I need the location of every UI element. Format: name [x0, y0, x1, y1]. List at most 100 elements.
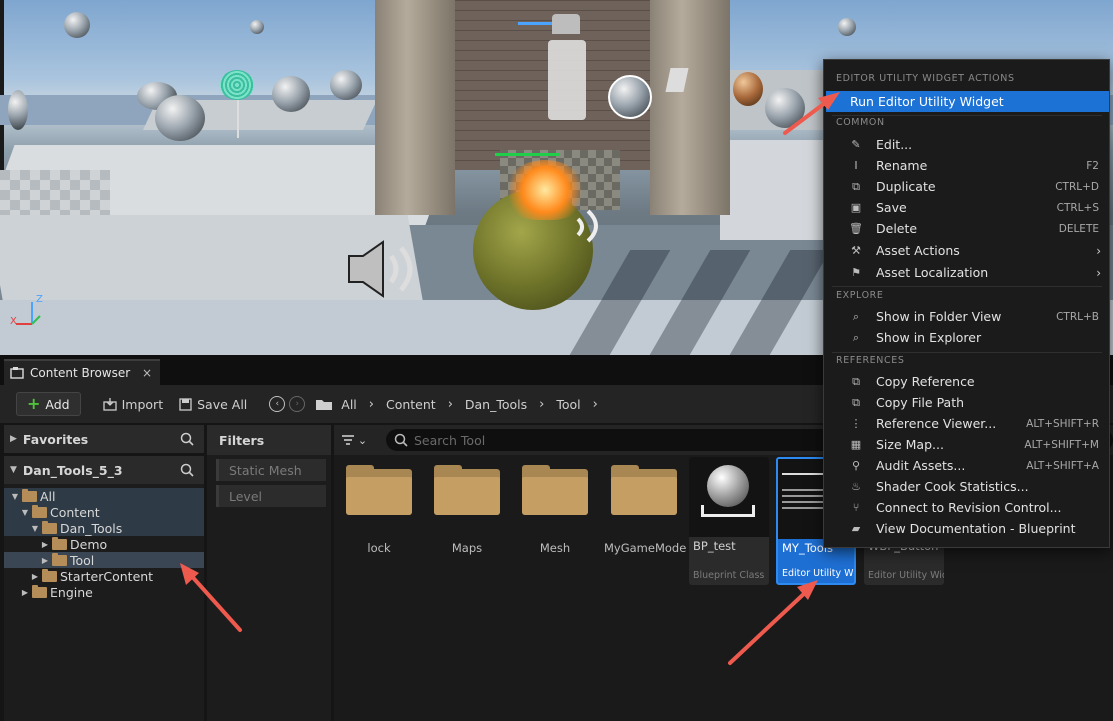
- folder-tile-mesh[interactable]: Mesh: [516, 463, 594, 555]
- asset-card-bp-test[interactable]: BP_test Blueprint Class: [689, 457, 769, 585]
- search-icon[interactable]: [180, 463, 194, 477]
- expand-caret-icon[interactable]: ▼: [10, 465, 17, 475]
- player-start-actor[interactable]: [548, 40, 586, 120]
- menu-item-run-editor-utility-widget[interactable]: Run Editor Utility Widget: [826, 91, 1109, 112]
- asset-context-menu: EDITOR UTILITY WIDGET ACTIONS Run Editor…: [823, 59, 1110, 548]
- sphere-actor[interactable]: [733, 72, 763, 106]
- chevron-right-icon[interactable]: ›: [444, 397, 457, 412]
- folder-tile-maps[interactable]: Maps: [428, 463, 506, 555]
- breadcrumb-all[interactable]: All: [337, 397, 361, 412]
- menu-item-reference-viewer[interactable]: ⋮ Reference Viewer... ALT+SHIFT+R: [826, 413, 1109, 434]
- breadcrumb-tool[interactable]: Tool: [552, 397, 584, 412]
- tab-content-browser[interactable]: Content Browser ×: [4, 359, 160, 385]
- axis-label-z: Z: [36, 294, 43, 305]
- menu-item-view-documentation[interactable]: ▰ View Documentation - Blueprint: [826, 518, 1109, 539]
- breadcrumb-content[interactable]: Content: [382, 397, 440, 412]
- tree-item-content[interactable]: ▼ Content: [4, 504, 204, 520]
- add-button[interactable]: + Add: [16, 392, 81, 416]
- sphere-actor[interactable]: [8, 90, 28, 130]
- close-icon[interactable]: ×: [142, 366, 152, 380]
- menu-item-label: Delete: [876, 221, 918, 236]
- menu-item-rename[interactable]: Ⅰ Rename F2: [826, 155, 1109, 176]
- sphere-actor[interactable]: [838, 18, 856, 36]
- menu-item-size-map[interactable]: ▦ Size Map... ALT+SHIFT+M: [826, 434, 1109, 455]
- folder-icon: [611, 465, 677, 515]
- search-icon: [394, 433, 408, 447]
- chevron-down-icon: ⌄: [357, 433, 368, 447]
- menu-item-copy-file-path[interactable]: ⧉ Copy File Path: [826, 392, 1109, 413]
- menu-item-connect-revision-control[interactable]: ⑂ Connect to Revision Control...: [826, 497, 1109, 518]
- filter-dropdown-button[interactable]: ⌄: [334, 425, 374, 455]
- trash-icon: 🗑: [849, 222, 863, 235]
- menu-item-show-in-folder-view[interactable]: ⌕ Show in Folder View CTRL+B: [826, 306, 1109, 327]
- import-button[interactable]: Import: [97, 392, 170, 416]
- collapsed-triangle-icon[interactable]: ▶: [40, 540, 50, 549]
- tree-item-label: Dan_Tools: [60, 520, 123, 536]
- folder-search-icon: ⌕: [852, 330, 860, 344]
- menu-item-delete[interactable]: 🗑 Delete DELETE: [826, 218, 1109, 239]
- menu-item-label: Shader Cook Statistics...: [876, 479, 1029, 494]
- forward-icon[interactable]: ›: [289, 396, 306, 412]
- back-icon[interactable]: ‹: [269, 396, 286, 412]
- menu-item-save[interactable]: ▣ Save CTRL+S: [826, 197, 1109, 218]
- copy-icon: ⧉: [852, 374, 860, 388]
- tree-item-dan-tools[interactable]: ▼ Dan_Tools: [4, 520, 204, 536]
- menu-item-asset-actions[interactable]: ⚒ Asset Actions ›: [826, 240, 1109, 261]
- expanded-triangle-icon[interactable]: ▼: [30, 524, 40, 533]
- folder-label: lock: [367, 541, 391, 555]
- tree-item-all[interactable]: ▼ All: [4, 488, 204, 504]
- transform-gizmo-x[interactable]: [495, 153, 560, 156]
- menu-item-copy-reference[interactable]: ⧉ Copy Reference: [826, 371, 1109, 392]
- filter-static-mesh[interactable]: Static Mesh: [216, 459, 326, 481]
- save-icon: [179, 397, 192, 411]
- wire-sphere[interactable]: [220, 70, 254, 100]
- sphere-actor[interactable]: [608, 75, 652, 119]
- filters-panel: Filters Static Mesh Level: [207, 425, 331, 721]
- sphere-actor[interactable]: [250, 20, 264, 34]
- chevron-right-icon[interactable]: ›: [589, 397, 602, 412]
- sphere-actor[interactable]: [155, 95, 205, 141]
- light-actor[interactable]: [552, 14, 580, 34]
- folder-tile-mygamemode[interactable]: MyGameMode: [604, 463, 686, 555]
- tree-item-starter-content[interactable]: ▶ StarterContent: [4, 568, 204, 584]
- speaker-icon[interactable]: [345, 238, 425, 300]
- filter-level[interactable]: Level: [216, 485, 326, 507]
- tree-item-engine[interactable]: ▶ Engine: [4, 584, 204, 600]
- collapse-caret-icon[interactable]: ▶: [10, 434, 17, 444]
- menu-item-asset-localization[interactable]: ⚑ Asset Localization ›: [826, 262, 1109, 283]
- project-label: Dan_Tools_5_3: [22, 462, 123, 478]
- folder-icon: [434, 465, 500, 515]
- project-header[interactable]: ▼ Dan_Tools_5_3: [4, 456, 204, 484]
- sphere-actor[interactable]: [765, 88, 805, 128]
- folder-tile-lock[interactable]: lock: [340, 463, 418, 555]
- chevron-right-icon[interactable]: ›: [535, 397, 548, 412]
- asset-type: Blueprint Class: [693, 570, 765, 581]
- menu-item-show-in-explorer[interactable]: ⌕ Show in Explorer: [826, 327, 1109, 348]
- menu-item-duplicate[interactable]: ⧉ Duplicate CTRL+D: [826, 176, 1109, 197]
- breadcrumb-dan-tools[interactable]: Dan_Tools: [461, 397, 531, 412]
- tree-item-label: Tool: [70, 552, 95, 568]
- add-button-label: Add: [45, 396, 70, 412]
- menu-item-audit-assets[interactable]: ⚲ Audit Assets... ALT+SHIFT+A: [826, 455, 1109, 476]
- menu-item-shader-cook-statistics[interactable]: ♨ Shader Cook Statistics...: [826, 476, 1109, 497]
- speaker-icon[interactable]: [574, 205, 614, 247]
- sphere-actor[interactable]: [272, 76, 310, 112]
- expanded-triangle-icon[interactable]: ▼: [10, 492, 20, 501]
- expanded-triangle-icon[interactable]: ▼: [20, 508, 30, 517]
- shortcut: ALT+SHIFT+A: [1026, 459, 1099, 472]
- folder-icon: [522, 465, 588, 515]
- collapsed-triangle-icon[interactable]: ▶: [40, 556, 50, 565]
- chevron-right-icon[interactable]: ›: [365, 397, 378, 412]
- tree-item-label: Demo: [70, 536, 108, 552]
- favorites-header[interactable]: ▶ Favorites: [4, 425, 204, 453]
- save-all-button[interactable]: Save All: [173, 392, 253, 416]
- search-icon[interactable]: [180, 432, 194, 446]
- tree-item-demo[interactable]: ▶ Demo: [4, 536, 204, 552]
- collapsed-triangle-icon[interactable]: ▶: [30, 572, 40, 581]
- tree-item-tool[interactable]: ▶ Tool: [4, 552, 204, 568]
- sphere-actor[interactable]: [330, 70, 362, 100]
- sphere-actor[interactable]: [64, 12, 90, 38]
- menu-item-edit[interactable]: ✎ Edit...: [826, 134, 1109, 155]
- collapsed-triangle-icon[interactable]: ▶: [20, 588, 30, 597]
- filter-icon: [341, 435, 354, 445]
